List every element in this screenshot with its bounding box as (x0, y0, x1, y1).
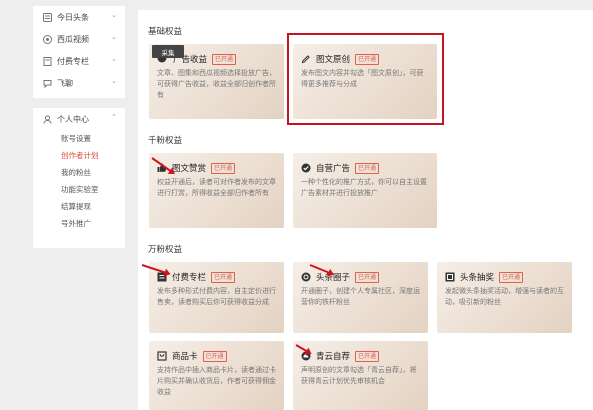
status-badge: 已开通 (202, 350, 227, 362)
status-badge: 已开通 (211, 271, 236, 283)
chevron-down-icon: ⌄ (111, 33, 117, 41)
sidebar-item-label: 付费专栏 (57, 56, 89, 66)
card-title: 商品卡 (172, 352, 198, 362)
sidebar-subitem-feature-lab[interactable]: 功能实验室 (33, 181, 125, 198)
card-qingyun[interactable]: 青云自荐 已开通 声明原创的文章勾选「青云自荐」，将获得青云计划优先审核机会 (293, 341, 428, 410)
card-title: 头条抽奖 (460, 273, 495, 283)
shopping-bag-icon (157, 351, 167, 361)
sidebar-subitem-my-fans[interactable]: 我的粉丝 (33, 164, 125, 181)
sidebar-top-group: 今日头条 ⌄ 西瓜视频 ⌄ 付费专栏 ⌄ 飞聊 ⌄ (33, 6, 125, 98)
sidebar-subitem-creator-plan[interactable]: 创作者计划 (33, 147, 125, 164)
check-circle-icon (301, 163, 311, 173)
section-title-ten-thousand-fans: 万粉权益 (148, 245, 183, 255)
paid-column-icon (43, 56, 52, 66)
sidebar-item-personal-center[interactable]: 个人中心 ⌃ (33, 108, 125, 130)
card-description: 文章、图集和西瓜视频选择投放广告，可获得广告收益，收益全部归创作者所有 (157, 69, 276, 99)
xigua-icon (43, 34, 52, 44)
chevron-down-icon: ⌄ (111, 77, 117, 85)
status-badge: 已开通 (212, 53, 237, 65)
sidebar-item-feiliao[interactable]: 飞聊 ⌄ (33, 72, 125, 94)
section-title-basic: 基础权益 (148, 27, 183, 37)
sidebar-item-label: 个人中心 (57, 114, 89, 124)
lottery-icon (445, 272, 455, 282)
sidebar-item-toutiao[interactable]: 今日头条 ⌄ (33, 6, 125, 28)
sidebar-subitem-promotion[interactable]: 号外推广 (33, 215, 125, 232)
card-self-ads[interactable]: 自营广告 已开通 一种个性化的推广方式，你可以自主设置广告素材并进行投放推广 (293, 153, 437, 228)
sidebar-item-xigua[interactable]: 西瓜视频 ⌄ (33, 28, 125, 50)
card-lottery[interactable]: 头条抽奖 已开通 发起微头条抽奖活动，增强与读者的互动，吸引新的粉丝 (437, 262, 572, 333)
card-title: 青云自荐 (316, 352, 351, 362)
highlight-box (287, 33, 444, 125)
chevron-up-icon: ⌃ (111, 113, 117, 121)
user-icon (43, 115, 52, 124)
collect-tooltip[interactable]: 采集 (152, 45, 184, 58)
card-product-card[interactable]: 商品卡 已开通 支持作品中插入商品卡片，读者通过卡片购买并确认收货后，作者可获得… (149, 341, 284, 410)
section-title-thousand-fans: 千粉权益 (148, 136, 183, 146)
card-tipping[interactable]: 图文赞赏 已开通 权益开通后，读者可对作者发布的文章进行打赏，所得收益全部归作者… (149, 153, 284, 228)
card-title: 图文赞赏 (172, 164, 207, 174)
sidebar-item-label: 西瓜视频 (57, 34, 89, 44)
status-badge: 已开通 (355, 350, 380, 362)
status-badge: 已开通 (211, 162, 236, 174)
card-description: 支持作品中插入商品卡片，读者通过卡片购买并确认收货后，作者可获得佣金收益 (157, 366, 276, 396)
status-badge: 已开通 (499, 271, 524, 283)
card-description: 权益开通后，读者可对作者发布的文章进行打赏，所得收益全部归作者所有 (157, 178, 276, 197)
toutiao-icon (43, 12, 52, 22)
chevron-down-icon: ⌄ (111, 11, 117, 19)
card-circle[interactable]: 头条圈子 已开通 开通圈子，创建个人专属社区，深度运营你的铁杆粉丝 (293, 262, 428, 333)
circle-icon (301, 272, 311, 282)
sidebar-subitem-account-settings[interactable]: 账号设置 (33, 130, 125, 147)
sidebar-item-label: 飞聊 (57, 78, 73, 88)
chevron-down-icon: ⌄ (111, 55, 117, 63)
sidebar-personal-group: 个人中心 ⌃ 账号设置 创作者计划 我的粉丝 功能实验室 结算提现 号外推广 (33, 108, 125, 248)
card-title: 自营广告 (316, 164, 351, 174)
sidebar-item-paid-column[interactable]: 付费专栏 ⌄ (33, 50, 125, 72)
card-description: 发布多种形式付费内容，自主定价进行售卖，读者购买后你可获得收益分成 (157, 287, 276, 306)
chat-icon (43, 79, 52, 88)
card-description: 声明原创的文章勾选「青云自荐」，将获得青云计划优先审核机会 (301, 366, 417, 385)
sidebar-subitem-withdraw[interactable]: 结算提现 (33, 198, 125, 215)
card-description: 一种个性化的推广方式，你可以自主设置广告素材并进行投放推广 (301, 178, 427, 197)
sidebar: 今日头条 ⌄ 西瓜视频 ⌄ 付费专栏 ⌄ 飞聊 ⌄ 个人中心 ⌃ 账号设置 创作… (33, 6, 125, 410)
status-badge: 已开通 (355, 162, 380, 174)
status-badge: 已开通 (355, 271, 380, 283)
card-description: 发起微头条抽奖活动，增强与读者的互动，吸引新的粉丝 (445, 287, 564, 306)
card-title: 付费专栏 (172, 273, 207, 283)
sidebar-item-label: 今日头条 (57, 12, 89, 22)
card-description: 开通圈子，创建个人专属社区，深度运营你的铁杆粉丝 (301, 287, 420, 306)
